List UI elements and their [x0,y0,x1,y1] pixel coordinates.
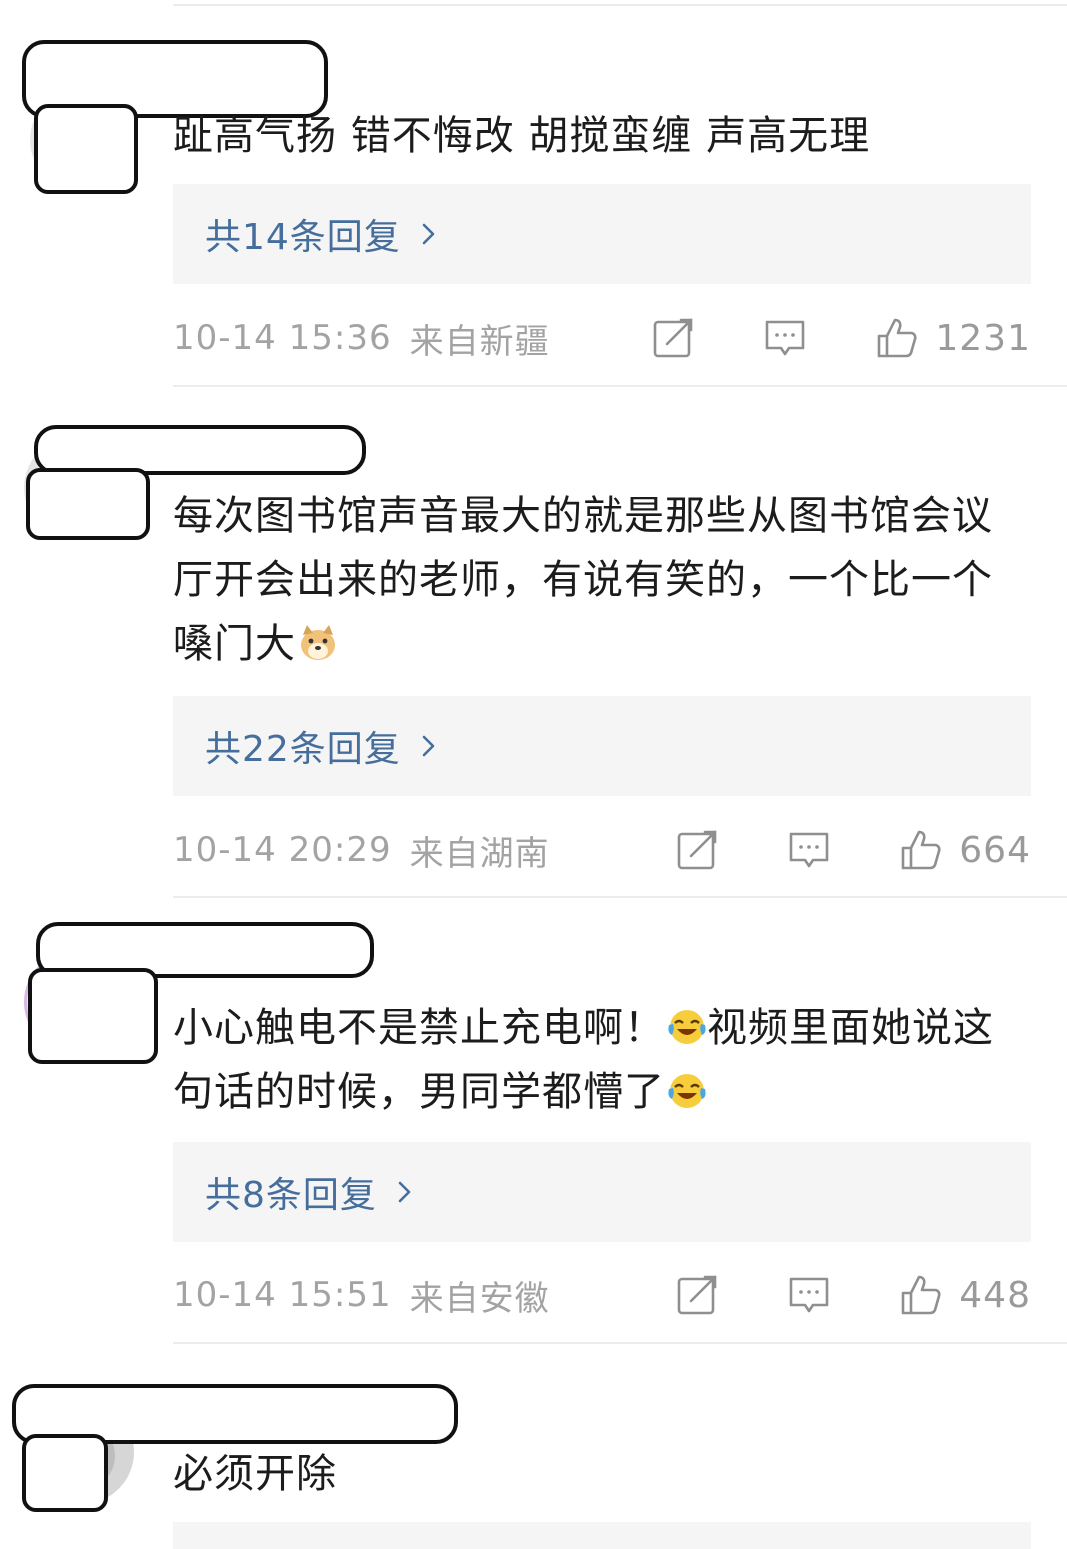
redacted-avatar [26,468,150,540]
chevron-right-icon [422,223,435,245]
thumbs-up-icon[interactable] [875,316,919,360]
timestamp: 10-14 20:29 [173,830,392,870]
view-replies-button[interactable] [173,1522,1031,1549]
divider [173,385,1067,387]
view-replies-button[interactable]: 共8条回复 [173,1142,1031,1242]
comment-bubble-icon[interactable] [787,828,831,872]
thumbs-up-icon[interactable] [899,1273,943,1317]
comment-text-part1: 小心触电不是禁止充电啊！ [173,1005,665,1051]
chevron-right-icon [422,735,435,757]
comment-meta: 10-14 20:29 来自湖南 664 [173,820,1031,880]
comment-bubble-icon[interactable] [763,316,807,360]
location: 来自安徽 [409,1278,550,1319]
comment-text-body: 每次图书馆声音最大的就是那些从图书馆会议厅开会出来的老师，有说有笑的，一个比一个… [173,493,993,667]
comment-text: 每次图书馆声音最大的就是那些从图书馆会议厅开会出来的老师，有说有笑的，一个比一个… [173,484,1033,676]
view-replies-button[interactable]: 共22条回复 [173,696,1031,796]
location: 来自湖南 [409,833,550,874]
comment-bubble-icon[interactable] [787,1273,831,1317]
comment-meta: 10-14 15:36 来自新疆 1231 [173,308,1031,368]
share-edit-icon[interactable] [651,316,695,360]
doge-emoji [301,625,335,660]
view-replies-button[interactable]: 共14条回复 [173,184,1031,284]
share-edit-icon[interactable] [675,1273,719,1317]
replies-count-label: 共8条回复 [205,1175,377,1216]
replies-count-label: 共14条回复 [205,217,401,258]
thumbs-up-icon[interactable] [899,828,943,872]
like-count: 1231 [935,317,1031,359]
like-count: 448 [959,1274,1031,1316]
redacted-avatar [28,968,158,1064]
comment-text: 必须开除 [173,1451,337,1497]
comment-text: 小心触电不是禁止充电啊！ 视频里面她说这句话的时候，男同学都懵了 [173,996,1033,1124]
timestamp: 10-14 15:51 [173,1275,392,1315]
divider [173,896,1067,898]
timestamp: 10-14 15:36 [173,318,392,358]
redacted-avatar [34,104,138,194]
redacted-avatar [22,1434,108,1512]
laugh-cry-emoji [668,1010,706,1044]
share-edit-icon[interactable] [675,828,719,872]
replies-count-label: 共22条回复 [205,729,401,770]
comment-meta: 10-14 15:51 来自安徽 448 [173,1265,1031,1325]
like-count: 664 [959,829,1031,871]
laugh-cry-emoji [668,1074,706,1108]
comment-text: 趾高气扬 错不悔改 胡搅蛮缠 声高无理 [173,113,871,159]
location: 来自新疆 [409,321,550,362]
divider [173,4,1067,6]
divider [173,1342,1067,1344]
chevron-right-icon [398,1181,411,1203]
